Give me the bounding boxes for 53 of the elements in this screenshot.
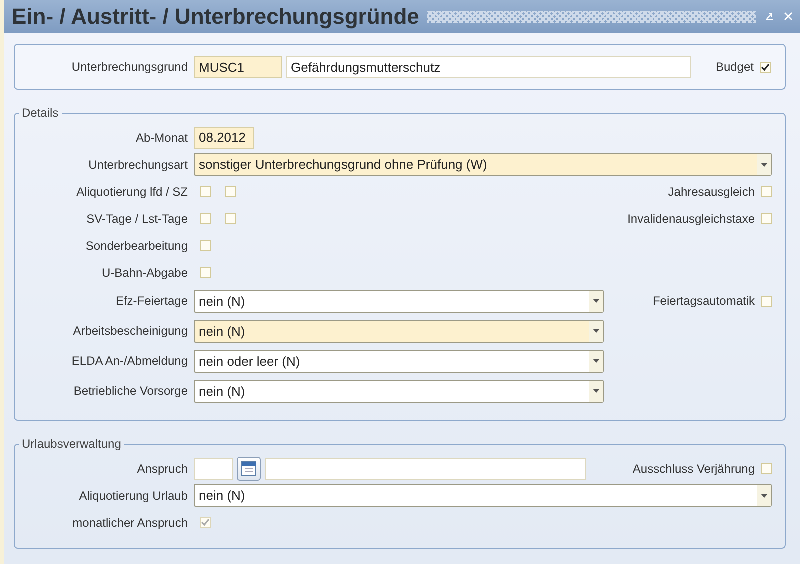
field-label: U-Bahn-Abgabe [100,266,189,280]
calendar-button[interactable] [237,456,261,480]
field-label: Arbeitsbescheinigung [72,324,189,338]
field-label: Ab-Monat [134,130,189,144]
minimize-icon[interactable] [764,11,775,22]
field-label: Aliquotierung lfd / SZ [76,184,189,198]
checkbox[interactable] [200,213,211,224]
field-label: Jahresausgleich [668,184,755,198]
caret-icon [760,494,768,498]
caret-icon [760,162,768,166]
amount-field[interactable] [194,458,233,480]
field-label: Feiertagsautomatik [652,294,755,308]
dropdown[interactable]: sonstiger Unterbrechungsgrund ohne Prüfung (W) [194,153,772,176]
text-field[interactable] [265,458,586,480]
description-field[interactable]: Gefährdungsmutterschutz [286,56,691,78]
field-label: Ausschluss Verjährung [632,462,755,476]
field-label: SV-Tage / Lst-Tage [86,212,189,226]
caret-icon [592,389,600,393]
checkbox[interactable] [761,463,772,474]
dropdown[interactable]: nein oder leer (N) [194,350,604,372]
caret-icon [592,299,600,303]
field-label: Anspruch [136,462,189,476]
field-label: Aliquotierung Urlaub [78,488,189,502]
month-field[interactable]: 08.2012 [194,126,254,148]
field-label: Unterbrechungsgrund [70,60,189,74]
checkbox[interactable] [200,267,211,278]
checkbox[interactable] [225,213,236,224]
checkbox[interactable] [761,213,772,224]
checkbox[interactable] [200,240,211,251]
field-label: ELDA An-/Abmeldung [70,354,189,368]
dropdown[interactable]: nein (N) [194,484,772,507]
checkbox[interactable] [761,296,772,306]
checkbox[interactable] [200,186,211,197]
field-label: Sonderbearbeitung [84,238,189,252]
checkbox[interactable] [761,186,772,197]
dropdown[interactable]: nein (N) [194,290,604,312]
field-label: Budget [716,60,754,74]
field-label: Betriebliche Vorsorge [72,384,189,398]
dropdown[interactable]: nein (N) [194,320,604,342]
section-title: Details [21,106,60,120]
code-field[interactable]: MUSC1 [194,56,282,78]
checkbox[interactable] [760,62,771,72]
close-icon[interactable] [783,11,794,22]
window-title: Ein- / Austritt- / Unterbrechungsgründe [12,4,420,30]
checkbox[interactable] [225,186,236,197]
caret-icon [592,329,600,333]
field-label: Unterbrechungsart [88,158,189,172]
field-label: Invalidenausgleichstaxe [628,212,755,226]
caret-icon [592,359,600,363]
field-label: Efz-Feiertage [114,294,189,308]
field-label: monatlicher Anspruch [72,516,189,530]
section-title: Urlaubsverwaltung [21,437,122,451]
dropdown[interactable]: nein (N) [194,380,604,402]
